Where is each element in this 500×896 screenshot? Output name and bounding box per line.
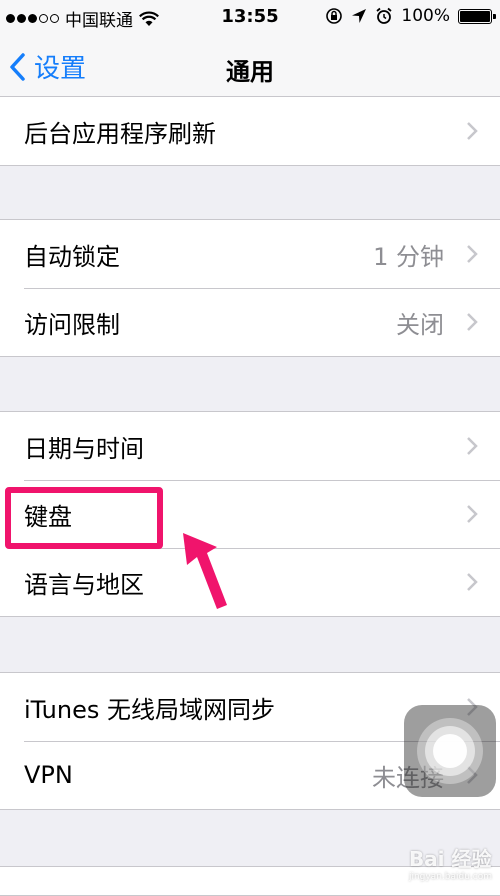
pointer-arrow-icon: [183, 533, 227, 609]
battery-fill: [460, 10, 490, 22]
battery-percent: 100%: [401, 6, 450, 26]
rotation-lock-icon: [326, 8, 343, 24]
watermark-url: jingyan.baidu.com: [408, 872, 492, 882]
row-label: 语言与地区: [24, 570, 144, 599]
row-label: 访问限制: [24, 310, 120, 339]
navigation-bar: 设置 通用: [0, 34, 500, 100]
assistive-ring: [433, 734, 467, 768]
page-title: 通用: [226, 58, 274, 86]
row-date-time[interactable]: 日期与时间: [0, 412, 500, 480]
row-restrictions[interactable]: 访问限制 关闭: [0, 288, 500, 356]
battery-icon: [458, 8, 496, 24]
row-label: iTunes 无线局域网同步: [24, 695, 276, 724]
row-value: 关闭: [396, 310, 444, 339]
highlight-box: [5, 487, 163, 549]
row-auto-lock[interactable]: 自动锁定 1 分钟: [0, 220, 500, 288]
row-label: 日期与时间: [24, 434, 144, 463]
watermark: Bai 经验 jingyan.baidu.com: [409, 843, 492, 882]
chevron-right-icon: [467, 573, 478, 591]
watermark-brand: Bai 经验: [408, 847, 492, 871]
row-background-app-refresh[interactable]: 后台应用程序刷新: [0, 97, 500, 165]
settings-group: 自动锁定 1 分钟 访问限制 关闭: [0, 219, 500, 357]
alarm-icon: [376, 7, 392, 24]
row-label: 自动锁定: [24, 242, 120, 271]
status-right: 100%: [325, 6, 496, 26]
chevron-right-icon: [467, 437, 478, 455]
row-value: 1 分钟: [373, 242, 444, 271]
location-arrow-icon: [352, 9, 367, 23]
row-label: VPN: [24, 761, 73, 789]
chevron-right-icon: [467, 505, 478, 523]
status-bar: 中国联通 13:55 100%: [0, 0, 500, 34]
chevron-right-icon: [467, 245, 478, 263]
assistive-touch-button[interactable]: [404, 705, 496, 797]
top-bar: 中国联通 13:55 100% 设置 通用: [0, 0, 500, 101]
chevron-right-icon: [467, 122, 478, 140]
settings-group: 后台应用程序刷新: [0, 96, 500, 166]
chevron-right-icon: [467, 313, 478, 331]
row-label: 后台应用程序刷新: [24, 119, 216, 148]
row-language-region[interactable]: 语言与地区: [0, 548, 500, 616]
